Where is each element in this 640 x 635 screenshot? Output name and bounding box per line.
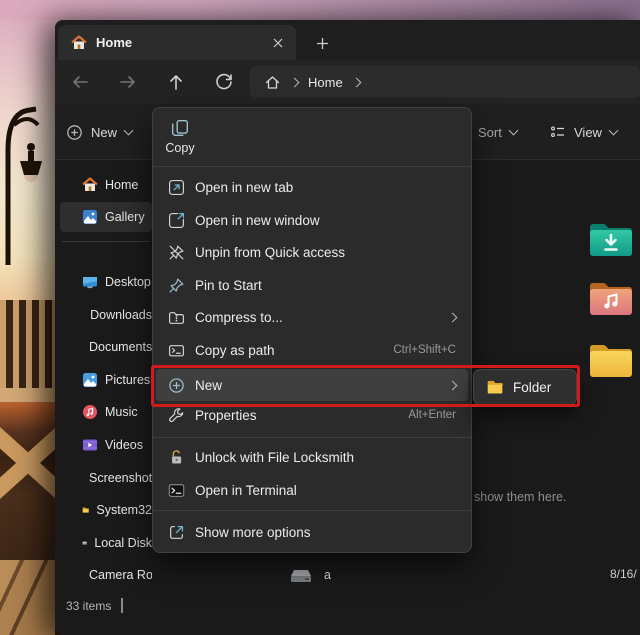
sidebar-item-gallery[interactable]: Gallery	[60, 202, 152, 232]
menu-item-properties[interactable]: Properties Alt+Enter	[156, 399, 468, 431]
toolbar-sort-label: Sort	[478, 125, 502, 140]
menu-item-new[interactable]: New	[156, 369, 468, 401]
home-icon	[82, 177, 98, 193]
toolbar-view-label: View	[574, 125, 602, 140]
sidebar-item-documents[interactable]: Documents	[60, 332, 152, 362]
menu-item-unlock-file-locksmith[interactable]: Unlock with File Locksmith	[156, 441, 468, 473]
file-date: 8/16/	[610, 567, 640, 581]
chevron-right-icon	[448, 380, 458, 390]
tab-title: Home	[96, 35, 132, 50]
properties-wrench-icon	[168, 407, 185, 424]
sidebar-divider	[62, 241, 150, 242]
open-in-new-window-icon	[168, 212, 185, 229]
pin-icon	[168, 277, 185, 294]
toolbar-new-button[interactable]: New	[66, 118, 132, 146]
breadcrumb[interactable]: Home	[250, 66, 640, 98]
menu-item-open-in-new-window[interactable]: Open in new window	[156, 204, 468, 236]
view-icon	[550, 124, 566, 140]
copy-as-path-icon	[168, 342, 185, 359]
chevron-down-icon	[124, 126, 134, 136]
chevron-down-icon	[609, 126, 619, 136]
sidebar-item-home[interactable]: Home	[60, 170, 152, 200]
sidebar-item-desktop[interactable]: Desktop	[60, 267, 152, 297]
wallpaper-wood-band	[0, 388, 55, 402]
disk-icon	[82, 535, 87, 551]
file-row[interactable]: a	[290, 560, 640, 590]
new-tab-button[interactable]	[310, 31, 334, 55]
menu-item-compress-to[interactable]: Compress to...	[156, 301, 468, 333]
breadcrumb-separator-icon	[351, 77, 361, 87]
menu-item-unpin-quick-access[interactable]: Unpin from Quick access	[156, 236, 468, 268]
sidebar-item-downloads[interactable]: Downloads	[60, 300, 152, 330]
unlock-icon	[168, 449, 185, 466]
up-button[interactable]	[166, 72, 186, 92]
street-lamp-silhouette	[0, 55, 55, 265]
screen: Home Home	[0, 0, 640, 635]
plus-icon	[316, 37, 329, 50]
show-more-options-icon	[168, 524, 185, 541]
menu-copy-button[interactable]: Copy	[158, 112, 202, 162]
wallpaper-wood-planks	[0, 560, 55, 635]
downloads-folder-icon[interactable]	[588, 219, 634, 259]
compress-zip-icon	[168, 309, 185, 326]
new-submenu: Folder	[473, 369, 577, 405]
downloads-icon	[82, 307, 83, 323]
menu-divider	[153, 437, 471, 438]
chevron-right-icon	[448, 312, 458, 322]
menu-item-pin-to-start[interactable]: Pin to Start	[156, 269, 468, 301]
sidebar-item-pictures[interactable]: Pictures	[60, 365, 152, 395]
menu-item-show-more-options[interactable]: Show more options	[156, 516, 468, 548]
breadcrumb-separator-icon	[290, 77, 300, 87]
toolbar-sort-button[interactable]: Sort	[478, 118, 517, 146]
drive-icon	[290, 568, 312, 583]
desktop-icon	[82, 274, 98, 290]
videos-icon	[82, 437, 98, 453]
folder-icon	[486, 378, 504, 396]
back-button[interactable]	[70, 72, 90, 92]
terminal-icon	[168, 482, 185, 499]
tab-home[interactable]: Home	[58, 25, 296, 60]
submenu-item-folder[interactable]: Folder	[513, 380, 551, 395]
home-tab-icon	[71, 35, 87, 51]
tab-close-button[interactable]	[268, 33, 288, 53]
folder-icon	[82, 502, 89, 518]
toolbar-new-label: New	[91, 125, 117, 140]
sidebar-item-local-disk[interactable]: Local Disk	[60, 528, 152, 558]
sidebar-item-music[interactable]: Music	[60, 397, 152, 427]
menu-item-open-in-new-tab[interactable]: Open in new tab	[156, 171, 468, 203]
menu-item-copy-as-path[interactable]: Copy as path Ctrl+Shift+C	[156, 334, 468, 366]
status-items-count: 33 items	[66, 599, 111, 613]
menu-divider	[153, 510, 471, 511]
new-plus-circle-icon	[66, 124, 83, 141]
status-divider	[121, 598, 123, 613]
sidebar-item-videos[interactable]: Videos	[60, 430, 152, 460]
sidebar-item-screenshots[interactable]: Screenshots	[60, 463, 152, 493]
unpin-icon	[168, 244, 185, 261]
sidebar-item-camera-roll[interactable]: Camera Roll	[60, 560, 152, 590]
open-in-new-tab-icon	[168, 179, 185, 196]
recent-files-hint: show them here.	[474, 490, 566, 504]
menu-divider	[153, 166, 471, 167]
wallpaper-wood-railing	[0, 300, 55, 392]
chevron-down-icon	[508, 126, 518, 136]
toolbar-view-button[interactable]: View	[550, 118, 617, 146]
breadcrumb-segment-home[interactable]: Home	[308, 75, 343, 90]
generic-folder-icon[interactable]	[588, 340, 634, 380]
close-icon	[273, 38, 283, 48]
music-icon	[82, 404, 98, 420]
copy-icon	[171, 119, 189, 137]
menu-item-open-in-terminal[interactable]: Open in Terminal	[156, 474, 468, 506]
breadcrumb-home-icon	[264, 74, 281, 91]
music-folder-icon[interactable]	[588, 278, 634, 318]
new-item-icon	[168, 377, 185, 394]
forward-button[interactable]	[118, 72, 138, 92]
refresh-button[interactable]	[214, 72, 234, 92]
gallery-icon	[82, 209, 98, 225]
sidebar-item-system32[interactable]: System32	[60, 495, 152, 525]
pictures-icon	[82, 372, 98, 388]
wallpaper-top-strip	[0, 0, 640, 20]
file-name: a	[324, 568, 331, 582]
